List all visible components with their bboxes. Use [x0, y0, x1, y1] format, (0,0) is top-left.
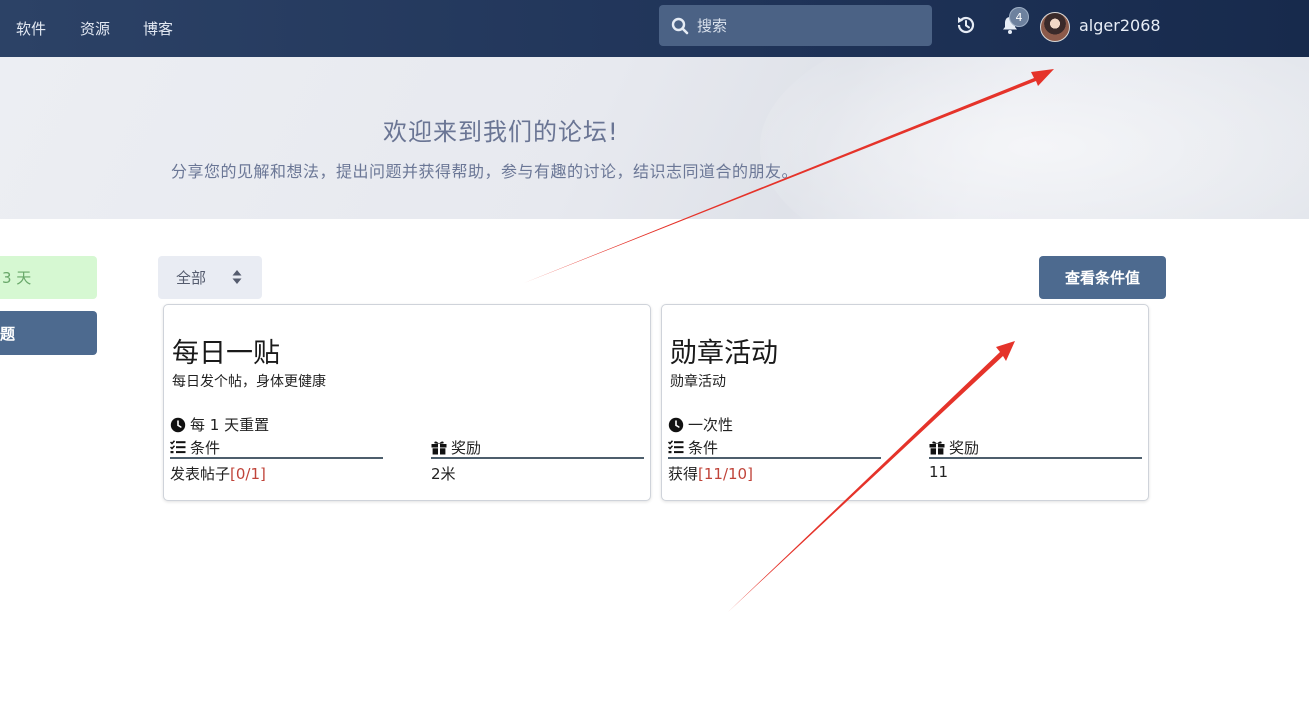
condition-progress: [11/10]	[698, 465, 753, 483]
rewards-column: 奖励 11	[929, 437, 1142, 481]
nav-item-blog[interactable]: 博客	[143, 0, 173, 57]
reward-value: 11	[929, 463, 949, 481]
view-conditions-button[interactable]: 查看条件值	[1039, 256, 1166, 299]
nav-item-resources[interactable]: 资源	[80, 0, 110, 57]
rewards-header: 奖励	[431, 437, 644, 459]
card-reset-info: 一次性	[668, 414, 733, 435]
reward-value: 2米	[431, 465, 456, 483]
filter-dropdown[interactable]: 全部	[158, 256, 262, 299]
nav-item-software[interactable]: 软件	[16, 0, 46, 57]
checkin-streak-badge: 3 天	[0, 256, 97, 299]
rewards-header: 奖励	[929, 437, 1142, 459]
card-reset-info: 每 1 天重置	[170, 414, 269, 435]
history-icon	[955, 14, 977, 36]
avatar[interactable]	[1040, 12, 1070, 42]
condition-value: 发表帖子[0/1]	[170, 463, 383, 484]
condition-value: 获得[11/10]	[668, 463, 881, 484]
search-box[interactable]	[659, 5, 932, 46]
conditions-header-label: 条件	[688, 438, 719, 457]
reset-label: 每 1 天重置	[190, 416, 270, 434]
filter-selected-label: 全部	[176, 269, 207, 287]
conditions-column: 条件 发表帖子[0/1]	[170, 437, 383, 484]
card-description: 勋章活动	[670, 374, 726, 390]
card-description: 每日发个帖，身体更健康	[172, 374, 326, 390]
nav-link-blog[interactable]: 博客	[143, 18, 173, 39]
conditions-header: 条件	[170, 437, 383, 459]
search-icon	[671, 17, 689, 35]
sort-arrows-icon	[232, 269, 242, 285]
rewards-header-label: 奖励	[451, 438, 482, 457]
card-title: 每日一贴	[172, 338, 280, 369]
card-title: 勋章活动	[670, 338, 778, 369]
new-topic-label: 题	[0, 324, 16, 343]
banner-decoration	[760, 57, 1309, 219]
condition-text: 获得	[668, 465, 699, 483]
clock-icon	[668, 417, 684, 433]
list-check-icon	[170, 440, 186, 454]
conditions-header: 条件	[668, 437, 881, 459]
history-button[interactable]	[953, 12, 979, 38]
rewards-column: 奖励 2米	[431, 437, 644, 484]
task-card-daily-post: 每日一贴 每日发个帖，身体更健康 每 1 天重置 条件 发表帖子[0/1] 奖励…	[163, 304, 651, 501]
reset-label: 一次性	[688, 416, 734, 434]
gift-icon	[431, 440, 447, 455]
condition-text: 发表帖子	[170, 465, 231, 483]
clock-icon	[170, 417, 186, 433]
nav-link-resources[interactable]: 资源	[80, 18, 110, 39]
nav-link-software[interactable]: 软件	[16, 18, 46, 39]
list-check-icon	[668, 440, 684, 454]
task-card-medal-event: 勋章活动 勋章活动 一次性 条件 获得[11/10] 奖励 11	[661, 304, 1149, 501]
gift-icon	[929, 440, 945, 455]
banner-subtitle: 分享您的见解和想法，提出问题并获得帮助，参与有趣的讨论，结识志同道合的朋友。	[171, 162, 799, 181]
rewards-header-label: 奖励	[949, 438, 980, 457]
conditions-column: 条件 获得[11/10]	[668, 437, 881, 484]
streak-label: 3 天	[2, 269, 32, 287]
welcome-banner	[0, 57, 1309, 219]
search-input[interactable]	[697, 16, 917, 35]
new-topic-button[interactable]: 题	[0, 311, 97, 355]
banner-title: 欢迎来到我们的论坛!	[383, 118, 619, 146]
top-navigation-bar: 软件 资源 博客 4 alger2068	[0, 0, 1309, 57]
condition-progress: [0/1]	[230, 465, 266, 483]
notification-count-badge: 4	[1009, 7, 1029, 27]
username-label[interactable]: alger2068	[1079, 16, 1161, 35]
conditions-header-label: 条件	[190, 438, 221, 457]
